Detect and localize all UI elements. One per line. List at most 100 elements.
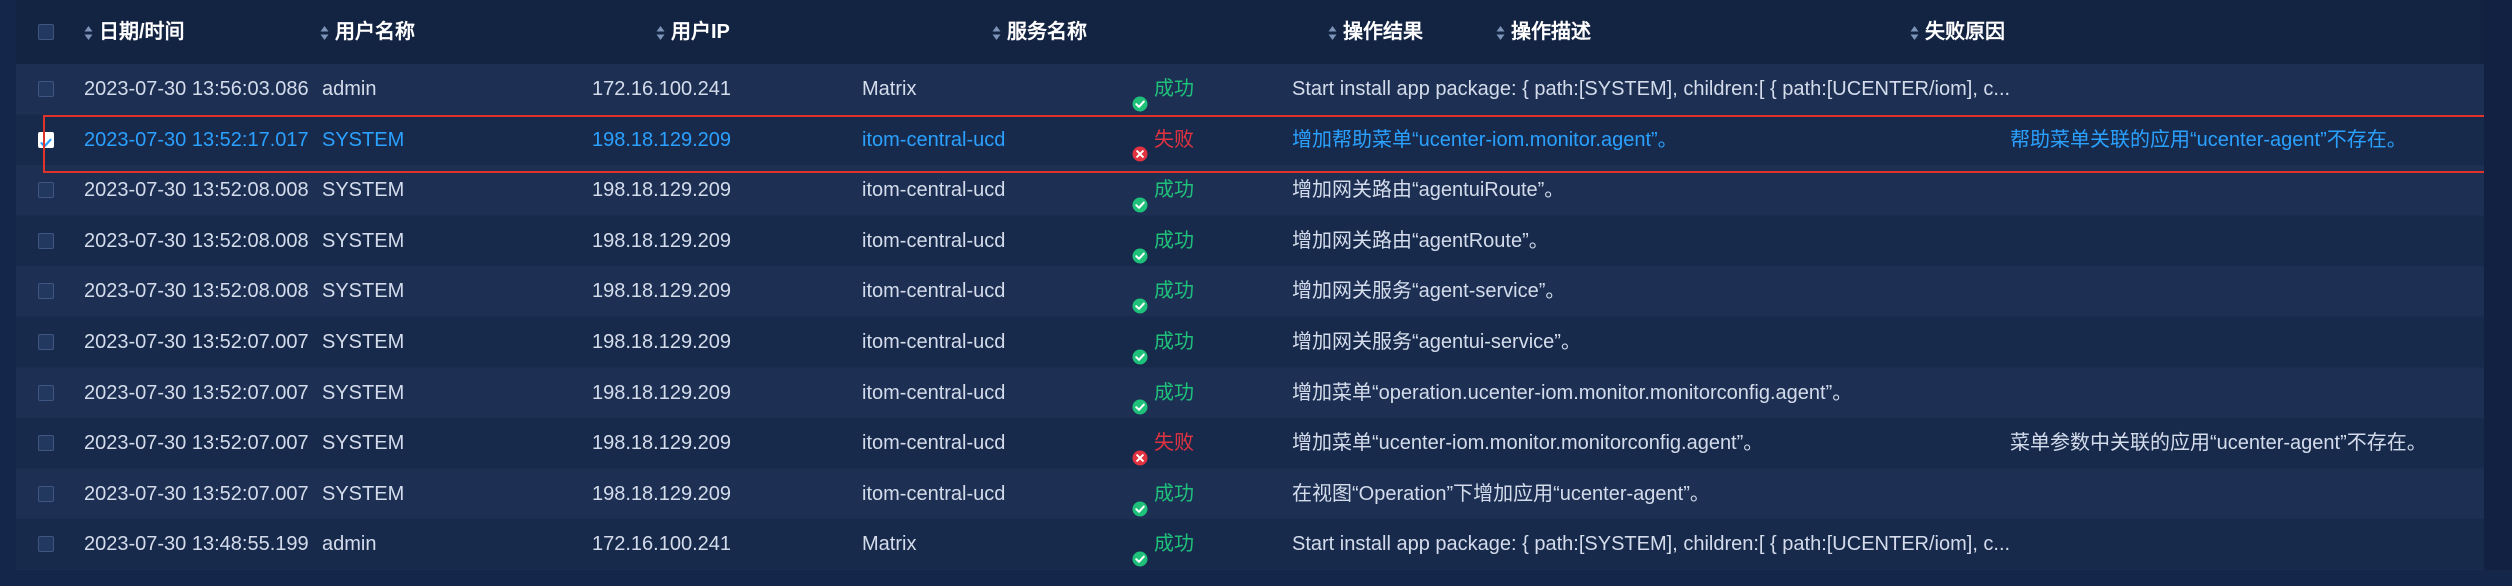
cell-service: itom-central-ucd xyxy=(862,280,1006,303)
sort-icon[interactable] xyxy=(656,25,665,41)
cell-username: SYSTEM xyxy=(322,381,405,404)
cell-user-ip: 198.18.129.209 xyxy=(592,381,732,404)
cell-datetime: 2023-07-30 13:52:08.008 xyxy=(84,229,309,252)
cell-result: 成功 xyxy=(1132,317,1194,367)
cell-user-ip: 172.16.100.241 xyxy=(592,533,732,556)
sort-icon[interactable] xyxy=(84,25,93,41)
cell-datetime: 2023-07-30 13:52:17.017 xyxy=(84,128,309,151)
table-row[interactable]: 2023-07-30 13:52:08.008 SYSTEM 198.18.129.… xyxy=(16,215,2484,266)
column-header-result[interactable]: 操作结果 xyxy=(1328,20,1423,44)
row-checkbox[interactable] xyxy=(38,536,54,553)
row-checkbox[interactable] xyxy=(38,182,54,199)
column-header-failure-reason[interactable]: 失败原因 xyxy=(1910,20,2005,44)
row-checkbox[interactable] xyxy=(38,81,54,97)
column-header-user-ip[interactable]: 用户IP xyxy=(656,20,730,44)
result-label: 失败 xyxy=(1154,432,1194,455)
table-row[interactable]: 2023-07-30 13:52:07.007 SYSTEM 198.18.129.… xyxy=(16,367,2484,418)
cell-service: itom-central-ucd xyxy=(862,432,1006,455)
select-all-checkbox[interactable] xyxy=(38,24,54,40)
cell-user-ip: 198.18.129.209 xyxy=(592,229,732,252)
check-circle-icon xyxy=(1132,486,1148,517)
cell-description: Start install app package: { path:[SYSTE… xyxy=(1292,78,2011,100)
cell-user-ip: 198.18.129.209 xyxy=(592,179,732,202)
cell-datetime: 2023-07-30 13:48:55.199 xyxy=(84,533,309,556)
cell-service: itom-central-ucd xyxy=(862,482,1006,505)
sort-icon[interactable] xyxy=(320,25,329,41)
cell-datetime: 2023-07-30 13:52:08.008 xyxy=(84,179,309,202)
cell-failure-reason: 帮助菜单关联的应用“ucenter-agent”不存在。 xyxy=(2010,128,2407,151)
cell-result: 成功 xyxy=(1132,469,1194,519)
check-circle-icon xyxy=(1132,334,1148,365)
cell-failure-reason: 菜单参数中关联的应用“ucenter-agent”不存在。 xyxy=(2010,432,2427,455)
cell-result: 成功 xyxy=(1132,165,1194,215)
cell-user-ip: 198.18.129.209 xyxy=(592,331,732,353)
column-label: 操作描述 xyxy=(1511,21,1591,43)
row-checkbox[interactable] xyxy=(38,384,54,401)
result-label: 失败 xyxy=(1154,128,1194,151)
row-checkbox[interactable] xyxy=(38,131,54,148)
cell-description: 增加网关服务“agentui-service”。 xyxy=(1292,331,1581,353)
table-row[interactable]: 2023-07-30 13:52:07.007 SYSTEM 198.18.129.… xyxy=(16,418,2484,469)
cell-result: 成功 xyxy=(1132,216,1194,266)
cell-user-ip: 172.16.100.241 xyxy=(592,78,732,100)
sort-icon[interactable] xyxy=(1496,25,1505,41)
check-circle-icon xyxy=(1132,182,1148,213)
cell-username: SYSTEM xyxy=(322,432,405,455)
row-checkbox[interactable] xyxy=(38,435,54,452)
cell-username: SYSTEM xyxy=(322,229,405,252)
error-circle-icon xyxy=(1132,131,1148,162)
cell-username: SYSTEM xyxy=(322,128,405,151)
result-label: 成功 xyxy=(1154,331,1194,353)
cell-username: SYSTEM xyxy=(322,482,405,505)
column-label: 操作结果 xyxy=(1343,21,1423,43)
cell-service: itom-central-ucd xyxy=(862,229,1006,252)
cell-description: 增加网关路由“agentRoute”。 xyxy=(1292,229,1549,252)
cell-service: Matrix xyxy=(862,78,917,100)
table-row[interactable]: 2023-07-30 13:52:07.007 SYSTEM 198.18.129.… xyxy=(16,468,2484,519)
cell-username: SYSTEM xyxy=(322,280,405,303)
result-label: 成功 xyxy=(1154,229,1194,252)
cell-user-ip: 198.18.129.209 xyxy=(592,280,732,303)
row-checkbox[interactable] xyxy=(38,485,54,502)
sort-icon[interactable] xyxy=(1328,25,1337,41)
sort-icon[interactable] xyxy=(1910,25,1919,41)
table-row[interactable]: 2023-07-30 13:56:03.086 admin 172.16.100.2… xyxy=(16,64,2484,114)
cell-datetime: 2023-07-30 13:52:07.007 xyxy=(84,381,309,404)
table-header: 日期/时间 用户名称 用户IP 服务名称 操作结果 操作描述 失败原因 xyxy=(16,0,2484,64)
column-header-service[interactable]: 服务名称 xyxy=(992,20,1087,44)
cell-description: 增加菜单“ucenter-iom.monitor.monitorconfig.a… xyxy=(1292,432,1764,455)
row-checkbox[interactable] xyxy=(38,232,54,249)
table-row[interactable]: 2023-07-30 13:52:17.017 SYSTEM 198.18.129.… xyxy=(16,114,2484,165)
cell-user-ip: 198.18.129.209 xyxy=(592,128,732,151)
cell-user-ip: 198.18.129.209 xyxy=(592,432,732,455)
cell-description: 增加网关服务“agent-service”。 xyxy=(1292,280,1566,303)
cell-datetime: 2023-07-30 13:56:03.086 xyxy=(84,78,309,100)
cell-result: 失败 xyxy=(1132,115,1194,165)
cell-result: 失败 xyxy=(1132,418,1194,468)
cell-service: itom-central-ucd xyxy=(862,331,1006,353)
column-header-datetime[interactable]: 日期/时间 xyxy=(84,20,185,44)
result-label: 成功 xyxy=(1154,280,1194,303)
cell-result: 成功 xyxy=(1132,368,1194,418)
table-row[interactable]: 2023-07-30 13:52:08.008 SYSTEM 198.18.129.… xyxy=(16,165,2484,216)
column-header-description[interactable]: 操作描述 xyxy=(1496,20,1591,44)
cell-description: 增加网关路由“agentuiRoute”。 xyxy=(1292,179,1565,202)
cell-description: 在视图“Operation”下增加应用“ucenter-agent”。 xyxy=(1292,482,1710,505)
result-label: 成功 xyxy=(1154,179,1194,202)
cell-username: admin xyxy=(322,533,377,556)
cell-service: itom-central-ucd xyxy=(862,381,1006,404)
check-circle-icon xyxy=(1132,81,1148,112)
column-header-username[interactable]: 用户名称 xyxy=(320,20,415,44)
cell-datetime: 2023-07-30 13:52:08.008 xyxy=(84,280,309,303)
cell-username: SYSTEM xyxy=(322,179,405,202)
table-row[interactable]: 2023-07-30 13:52:07.007 SYSTEM 198.18.129.… xyxy=(16,317,2484,367)
column-label: 用户名称 xyxy=(335,21,415,43)
row-checkbox[interactable] xyxy=(38,283,54,300)
check-circle-icon xyxy=(1132,536,1148,567)
table-row[interactable]: 2023-07-30 13:52:08.008 SYSTEM 198.18.129.… xyxy=(16,266,2484,317)
row-checkbox[interactable] xyxy=(38,334,54,350)
result-label: 成功 xyxy=(1154,533,1194,556)
cell-datetime: 2023-07-30 13:52:07.007 xyxy=(84,432,309,455)
sort-icon[interactable] xyxy=(992,25,1001,41)
table-row[interactable]: 2023-07-30 13:48:55.199 admin 172.16.100.2… xyxy=(16,519,2484,570)
